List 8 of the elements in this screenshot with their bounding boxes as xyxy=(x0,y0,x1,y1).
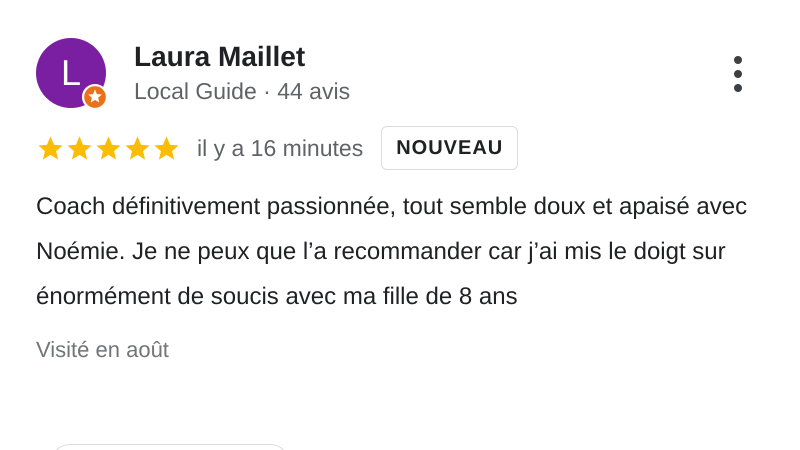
visit-date: Visité en août xyxy=(36,336,170,364)
review-time: il y a 16 minutes xyxy=(197,134,364,163)
more-options-icon xyxy=(734,56,742,92)
new-badge: NOUVEAU xyxy=(381,126,518,170)
review-text: Coach définitivement passionnée, tout semble doux et apaisé avec Noémie. Je ne peux que l’a recommander car j’ai mis le doigt sur énormément de soucis avec ma fille de 8 ans xyxy=(36,192,748,312)
avatar-letter: L xyxy=(60,51,82,95)
reviewer-subtitle: Local Guide · 44 avis xyxy=(134,77,352,106)
reviewer-name[interactable]: Laura Maillet xyxy=(134,40,726,74)
